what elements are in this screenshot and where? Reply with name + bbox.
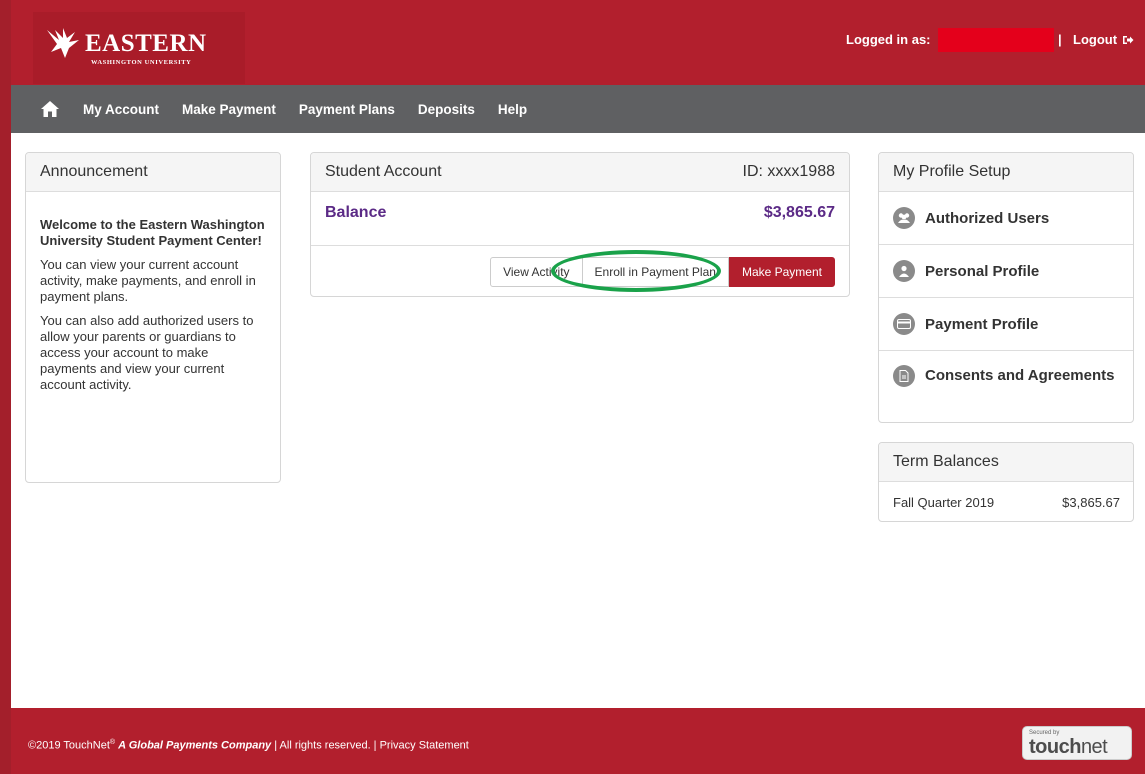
announcement-header: Announcement <box>26 153 280 192</box>
term-balance-row: Fall Quarter 2019 $3,865.67 <box>879 482 1133 510</box>
profile-setup-panel: My Profile Setup Authorized Users Person… <box>878 152 1134 423</box>
announcement-paragraph-2: You can also add authorized users to all… <box>40 313 254 392</box>
announcement-body: Welcome to the Eastern Washington Univer… <box>26 192 280 393</box>
logo-text: EASTERN <box>85 30 207 57</box>
term-balances-panel: Term Balances Fall Quarter 2019 $3,865.6… <box>878 442 1134 522</box>
header-separator: | <box>1058 32 1062 47</box>
touchnet-badge[interactable]: Secured by touchnet <box>1022 726 1132 760</box>
top-header: EASTERN WASHINGTON UNIVERSITY Logged in … <box>11 0 1145 85</box>
make-payment-button[interactable]: Make Payment <box>728 257 835 287</box>
person-icon <box>893 260 915 282</box>
profile-setup-header: My Profile Setup <box>879 153 1133 192</box>
nav-payment-plans[interactable]: Payment Plans <box>299 102 395 117</box>
badge-touchnet: touchnet <box>1029 736 1108 759</box>
announcement-paragraph-1: You can view your current account activi… <box>40 257 256 304</box>
payment-profile-label: Payment Profile <box>925 315 1039 333</box>
term-balances-title: Term Balances <box>893 453 999 470</box>
nav-help[interactable]: Help <box>498 102 527 117</box>
personal-profile-label: Personal Profile <box>925 262 1040 280</box>
main-nav: My Account Make Payment Payment Plans De… <box>11 85 1145 133</box>
balance-row: Balance $3,865.67 <box>311 192 849 246</box>
credit-card-icon <box>893 313 915 335</box>
nav-deposits[interactable]: Deposits <box>418 102 475 117</box>
account-actions: View Activity Enroll in Payment Plan Mak… <box>311 246 849 292</box>
term-balances-header: Term Balances <box>879 443 1133 482</box>
nav-my-account[interactable]: My Account <box>83 102 159 117</box>
balance-value: $3,865.67 <box>763 204 835 221</box>
logout-icon <box>1123 35 1134 44</box>
eagle-icon <box>47 28 79 58</box>
nav-make-payment[interactable]: Make Payment <box>182 102 276 117</box>
payment-profile-link[interactable]: Payment Profile <box>879 298 1133 351</box>
main-content: Announcement Welcome to the Eastern Wash… <box>11 133 1145 708</box>
page-footer: ©2019 TouchNet® A Global Payments Compan… <box>11 708 1145 774</box>
consents-agreements-label: Consents and Agreements <box>925 367 1115 384</box>
authorized-users-label: Authorized Users <box>925 209 1050 227</box>
logout-link[interactable]: Logout <box>1073 32 1134 47</box>
badge-touch: touch <box>1029 736 1081 758</box>
student-account-header: Student Account ID: xxxx1988 <box>311 153 849 192</box>
term-name: Fall Quarter 2019 <box>893 495 995 510</box>
consents-agreements-link[interactable]: Consents and Agreements <box>879 351 1133 421</box>
announcement-title: Announcement <box>40 163 148 180</box>
student-account-panel: Student Account ID: xxxx1988 Balance $3,… <box>310 152 850 297</box>
home-icon[interactable] <box>40 100 60 118</box>
balance-label: Balance <box>325 204 387 221</box>
announcement-heading: Welcome to the Eastern Washington Univer… <box>40 217 265 248</box>
profile-setup-title: My Profile Setup <box>893 163 1011 180</box>
footer-rights-privacy[interactable]: | All rights reserved. | Privacy Stateme… <box>274 740 469 752</box>
logged-in-label: Logged in as: <box>846 32 931 47</box>
footer-registered-mark: ® <box>109 739 116 746</box>
users-icon <box>893 207 915 229</box>
student-account-title: Student Account <box>325 163 442 180</box>
redacted-username <box>938 28 1054 52</box>
logout-label: Logout <box>1073 32 1118 47</box>
authorized-users-link[interactable]: Authorized Users <box>879 192 1133 245</box>
logo-subtext: WASHINGTON UNIVERSITY <box>91 59 192 66</box>
badge-net: net <box>1080 736 1108 758</box>
personal-profile-link[interactable]: Personal Profile <box>879 245 1133 298</box>
highlight-circle <box>551 250 721 292</box>
footer-text: ©2019 TouchNet® A Global Payments Compan… <box>28 739 469 752</box>
student-id: ID: xxxx1988 <box>742 163 835 180</box>
university-logo[interactable]: EASTERN WASHINGTON UNIVERSITY <box>33 12 245 84</box>
announcement-panel: Announcement Welcome to the Eastern Wash… <box>25 152 281 483</box>
document-icon <box>893 365 915 387</box>
term-value: $3,865.67 <box>1062 495 1120 510</box>
footer-company: A Global Payments Company <box>118 739 272 752</box>
footer-copyright: ©2019 TouchNet <box>28 739 110 752</box>
